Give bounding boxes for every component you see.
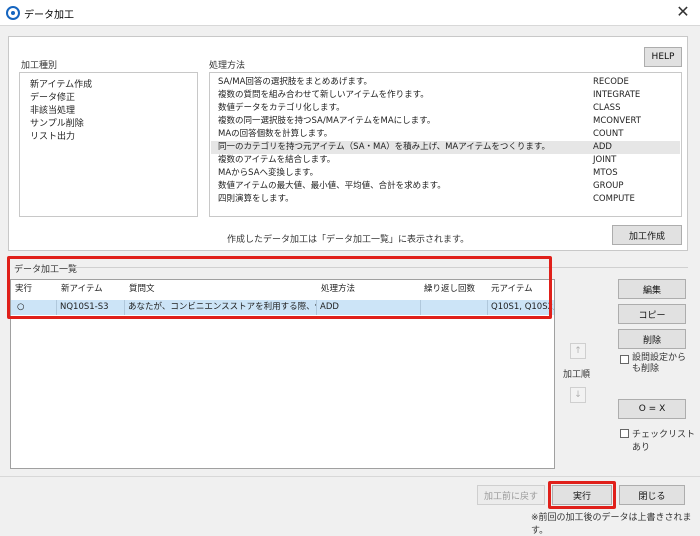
kinds-list[interactable]: 新アイテム作成 データ修正 非該当処理 サンプル削除 リスト出力 <box>19 72 198 217</box>
methods-label: 処理方法 <box>209 61 246 71</box>
kind-item-new-item[interactable]: 新アイテム作成 <box>30 77 92 90</box>
app-icon <box>6 6 20 20</box>
method-row-integrate[interactable]: 複数の質問を組み合わせて新しいアイテムを作ります。 INTEGRATE <box>211 89 680 102</box>
top-panel: HELP 加工種別 新アイテム作成 データ修正 非該当処理 サンプル削除 リスト… <box>8 36 688 251</box>
move-down-icon[interactable]: ↓ <box>570 387 586 403</box>
methods-list[interactable]: SA/MA回答の選択肢をまとめあげます。 RECODE 複数の質問を組み合わせて新… <box>209 72 682 217</box>
method-row-recode[interactable]: SA/MA回答の選択肢をまとめあげます。 RECODE <box>211 76 680 89</box>
close-icon[interactable]: ✕ <box>672 2 694 22</box>
title-bar: データ加工 ✕ <box>0 0 700 26</box>
method-row-group[interactable]: 数値アイテムの最大値、最小値、平均値、合計を求めます。 GROUP <box>211 180 680 193</box>
kind-item-non-applicable[interactable]: 非該当処理 <box>30 103 75 116</box>
bottom-separator <box>0 476 700 477</box>
close-button[interactable]: 閉じる <box>619 485 685 505</box>
kind-item-list-output[interactable]: リスト出力 <box>30 129 75 142</box>
delete-with-settings-checkbox[interactable] <box>620 355 629 364</box>
help-button[interactable]: HELP <box>644 47 682 67</box>
method-row-joint[interactable]: 複数のアイテムを結合します。 JOINT <box>211 154 680 167</box>
create-button[interactable]: 加工作成 <box>612 225 682 245</box>
checklist-checkbox[interactable] <box>620 429 629 438</box>
method-row-count[interactable]: MAの回答個数を計算します。 COUNT <box>211 128 680 141</box>
window-title: データ加工 <box>24 10 74 21</box>
order-label: 加工順 <box>563 370 591 380</box>
ox-button[interactable]: O = X <box>618 399 686 419</box>
method-row-mtos[interactable]: MAからSAへ変換します。 MTOS <box>211 167 680 180</box>
delete-button[interactable]: 削除 <box>618 329 686 349</box>
copy-button[interactable]: コピー <box>618 304 686 324</box>
method-row-mconvert[interactable]: 複数の同一選択肢を持つSA/MAアイテムをMAにします。 MCONVERT <box>211 115 680 128</box>
overwrite-note: ※前回の加工後のデータは上書きされます。 <box>531 513 692 536</box>
method-row-add[interactable]: 同一のカテゴリを持つ元アイテム（SA・MA）を積み上げ、MAアイテムをつくります… <box>211 141 680 154</box>
kind-item-sample-delete[interactable]: サンプル削除 <box>30 116 84 129</box>
kind-item-data-fix[interactable]: データ修正 <box>30 90 75 103</box>
kinds-label: 加工種別 <box>21 61 58 71</box>
checklist-label: チェックリストあり <box>632 430 696 453</box>
method-row-compute[interactable]: 四則演算をします。 COMPUTE <box>211 193 680 206</box>
edit-button[interactable]: 編集 <box>618 279 686 299</box>
highlight-box-list <box>7 256 552 319</box>
method-row-class[interactable]: 数値データをカテゴリ化します。 CLASS <box>211 102 680 115</box>
create-note: 作成したデータ加工は「データ加工一覧」に表示されます。 <box>227 235 470 245</box>
delete-with-settings-label: 設問設定からも削除 <box>632 353 687 374</box>
undo-button[interactable]: 加工前に戻す <box>477 485 545 505</box>
move-up-icon[interactable]: ↑ <box>570 343 586 359</box>
highlight-box-run <box>548 481 616 509</box>
